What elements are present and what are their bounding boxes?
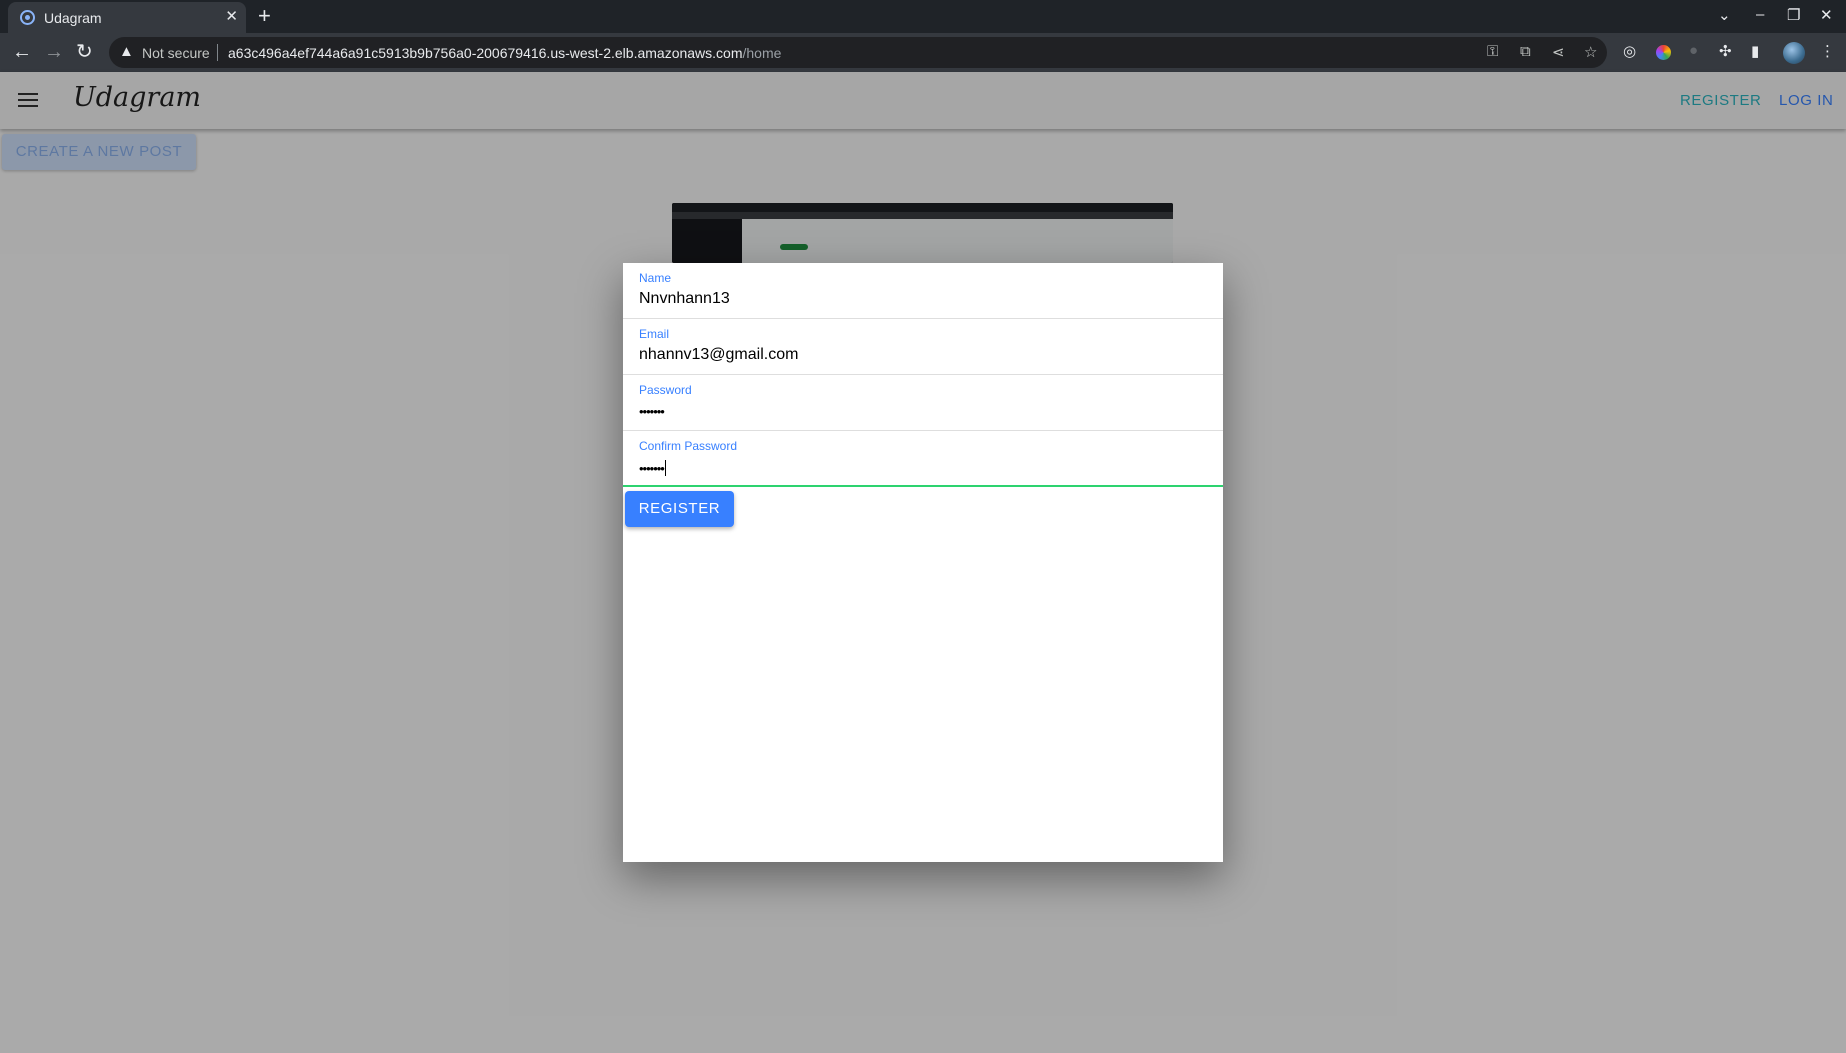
email-field[interactable]: Email nhannv13@gmail.com [623, 319, 1223, 375]
key-icon[interactable]: ⚿ [1487, 43, 1498, 60]
browser-tabstrip: Udagram ✕ + ⌄ – ❐ ✕ [0, 0, 1846, 33]
password-field[interactable]: Password ••••••• [623, 375, 1223, 431]
register-modal: Name Nnvnhann13 Email nhannv13@gmail.com… [623, 263, 1223, 862]
color-picker-extension-icon[interactable] [1656, 45, 1671, 60]
name-input[interactable]: Nnvnhann13 [639, 290, 730, 308]
side-panel-icon[interactable]: ▮ [1751, 42, 1759, 60]
close-tab-icon[interactable]: ✕ [225, 7, 238, 25]
divider [217, 44, 218, 61]
name-label: Name [639, 271, 672, 285]
minimize-icon[interactable]: – [1756, 6, 1764, 23]
browser-toolbar: ← → ↻ ▲ Not secure a63c496a4ef744a6a91c5… [0, 33, 1846, 72]
confirm-password-field[interactable]: Confirm Password ••••••• [623, 431, 1223, 487]
page-content: Udagram REGISTER LOG IN CREATE A NEW POS… [0, 72, 1846, 1053]
confirm-password-label: Confirm Password [639, 439, 738, 453]
back-icon[interactable]: ← [12, 40, 32, 64]
name-field[interactable]: Name Nnvnhann13 [623, 263, 1223, 319]
confirm-password-value: ••••••• [639, 461, 665, 476]
share-icon[interactable]: ⋖ [1552, 43, 1565, 61]
translate-icon[interactable]: ⧉ [1520, 43, 1531, 60]
bookmark-star-icon[interactable]: ☆ [1584, 43, 1597, 61]
new-tab-icon[interactable]: + [258, 4, 271, 28]
extension-target-icon[interactable]: ◎ [1623, 42, 1636, 60]
confirm-password-input[interactable]: ••••••• [639, 460, 666, 476]
profile-avatar[interactable] [1783, 42, 1805, 64]
reload-icon[interactable]: ↻ [76, 40, 93, 64]
text-cursor [664, 460, 666, 476]
extension-icon[interactable]: ● [1689, 42, 1698, 59]
url-path: /home [742, 45, 782, 61]
browser-tab[interactable]: Udagram ✕ [8, 2, 246, 33]
favicon-icon [20, 10, 35, 25]
tab-search-icon[interactable]: ⌄ [1718, 6, 1731, 24]
url-host: a63c496a4ef744a6a91c5913b9b756a0-2006794… [228, 45, 743, 61]
password-label: Password [639, 383, 692, 397]
forward-icon[interactable]: → [44, 40, 64, 64]
password-input[interactable]: ••••••• [639, 404, 665, 419]
close-window-icon[interactable]: ✕ [1820, 6, 1833, 24]
restore-icon[interactable]: ❐ [1787, 6, 1800, 24]
tab-title: Udagram [44, 10, 102, 26]
security-label[interactable]: Not secure [142, 45, 210, 61]
email-input[interactable]: nhannv13@gmail.com [639, 346, 798, 364]
warning-icon: ▲ [119, 43, 134, 60]
register-submit-button[interactable]: REGISTER [625, 491, 734, 527]
browser-menu-icon[interactable]: ⋮ [1820, 42, 1835, 60]
url-text[interactable]: a63c496a4ef744a6a91c5913b9b756a0-2006794… [228, 45, 781, 61]
email-label: Email [639, 327, 670, 341]
puzzle-extensions-icon[interactable]: ✣ [1719, 42, 1732, 60]
address-bar[interactable]: ▲ Not secure a63c496a4ef744a6a91c5913b9b… [109, 37, 1607, 68]
